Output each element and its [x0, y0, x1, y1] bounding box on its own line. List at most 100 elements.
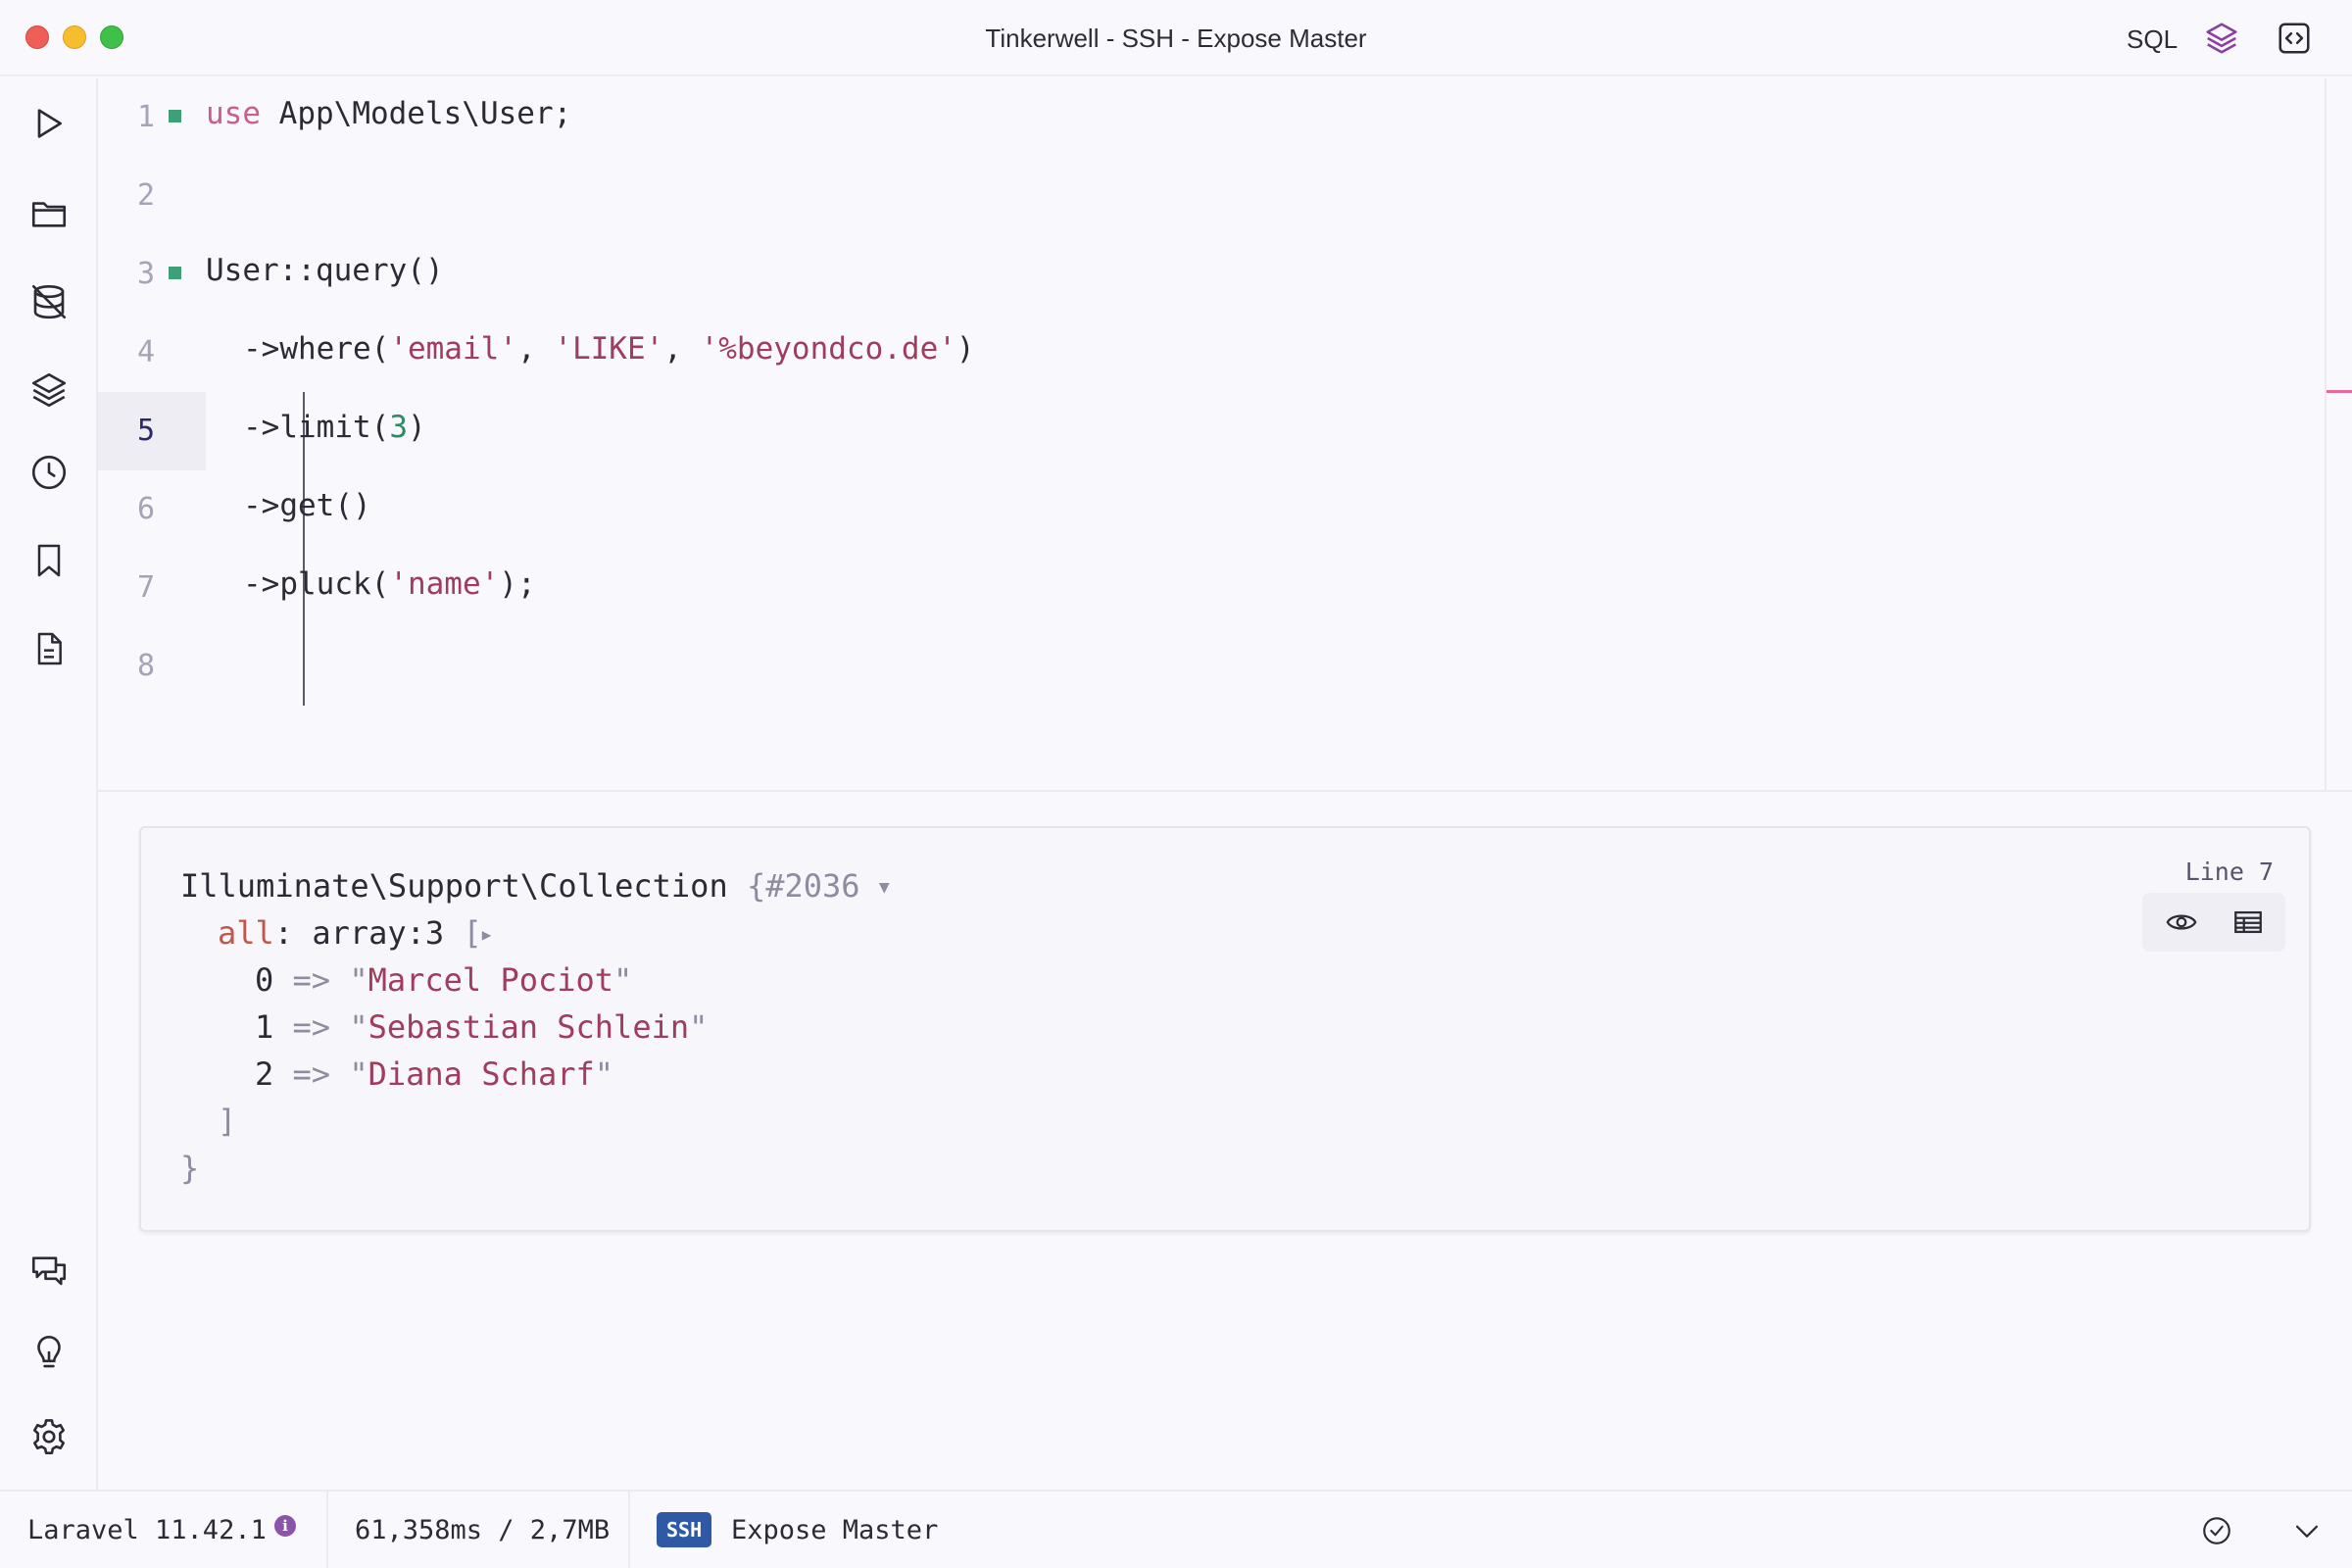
collapse-toggle[interactable]: ▼	[879, 877, 890, 898]
output-array-item: 0 => "Marcel Pociot"	[255, 961, 633, 999]
code-line[interactable]: 6 ->get()	[98, 470, 2325, 549]
status-separator	[326, 1492, 328, 1568]
lightbulb-icon[interactable]	[25, 1329, 73, 1376]
code-line[interactable]: 7 ->pluck('name');	[98, 549, 2325, 627]
array-value: Sebastian Schlein	[368, 1008, 690, 1046]
line-gutter[interactable]: 1	[98, 78, 206, 157]
output-prop-name: all	[218, 914, 274, 952]
code-token: 'LIKE'	[554, 331, 664, 367]
line-number: 3	[136, 257, 155, 291]
expand-toggle[interactable]: ▶	[482, 925, 492, 944]
array-value: Diana Scharf	[368, 1055, 595, 1093]
array-index: 0	[255, 961, 274, 999]
line-gutter[interactable]: 7	[98, 549, 206, 627]
editor-output-divider[interactable]	[98, 790, 2352, 792]
chevron-down-icon[interactable]	[2285, 1509, 2328, 1552]
code-token: )	[407, 410, 426, 445]
line-number: 2	[136, 178, 155, 213]
ssh-badge[interactable]: SSH	[657, 1512, 712, 1547]
output-array-item: 1 => "Sebastian Schlein"	[255, 1008, 709, 1046]
code-token: 'name'	[389, 566, 500, 602]
line-gutter[interactable]: 4	[98, 314, 206, 392]
code-token: '%beyondco.de'	[700, 331, 956, 367]
line-gutter[interactable]: 5	[98, 392, 206, 470]
layers-icon[interactable]	[25, 367, 73, 414]
info-icon[interactable]: i	[274, 1515, 296, 1537]
code-line[interactable]: 1 use App\Models\User;	[98, 78, 2325, 157]
code-brackets-icon[interactable]	[2274, 18, 2315, 59]
code-line[interactable]: 4 ->where('email', 'LIKE', '%beyondco.de'…	[98, 314, 2325, 392]
sidebar	[0, 78, 98, 1490]
clock-icon[interactable]	[25, 449, 73, 496]
code-text: use App\Models\User;	[206, 96, 571, 131]
code-text: ->pluck('name');	[243, 566, 536, 602]
title-bar: Tinkerwell - SSH - Expose Master SQL	[0, 0, 2352, 76]
line-number: 7	[136, 570, 155, 605]
code-token: ,	[663, 331, 701, 367]
code-text: ->get()	[243, 488, 371, 523]
line-gutter[interactable]: 8	[98, 627, 206, 706]
sql-button[interactable]: SQL	[2127, 24, 2178, 55]
array-arrow: =>	[292, 1055, 331, 1093]
table-icon[interactable]	[2229, 903, 2268, 942]
code-token: ,	[516, 331, 555, 367]
code-token: ->limit(	[243, 410, 390, 445]
output-class-line: Illuminate\Support\Collection {#2036 ▼	[180, 867, 890, 905]
output-class-name: Illuminate\Support\Collection	[180, 867, 728, 905]
array-index: 1	[255, 1008, 274, 1046]
folder-icon[interactable]	[25, 190, 73, 237]
line-number: 8	[136, 649, 155, 683]
line-gutter[interactable]: 6	[98, 470, 206, 549]
connection-name[interactable]: Expose Master	[731, 1515, 938, 1545]
code-line[interactable]: 2	[98, 157, 2325, 235]
status-bar: Laravel 11.42.1 i 61,358ms / 2,7MB SSH E…	[0, 1490, 2352, 1568]
code-token: ->pluck(	[243, 566, 390, 602]
line-number: 5	[136, 414, 155, 448]
output-prop-type: array:3	[312, 914, 445, 952]
code-line[interactable]: 3 User::query()	[98, 235, 2325, 314]
output-object-id: #2036	[765, 867, 860, 905]
eye-icon[interactable]	[2162, 903, 2201, 942]
fold-marker[interactable]	[169, 110, 181, 122]
output-bracket-open: [	[463, 914, 482, 952]
code-line[interactable]: 8	[98, 627, 2325, 706]
layers-icon[interactable]	[2201, 18, 2242, 59]
status-separator	[628, 1492, 630, 1568]
code-token: ->where(	[243, 331, 390, 367]
gear-icon[interactable]	[25, 1413, 73, 1460]
framework-version[interactable]: Laravel 11.42.1	[27, 1515, 267, 1545]
code-token: 'email'	[389, 331, 517, 367]
output-prop-line: all: array:3 [▶	[218, 914, 491, 952]
line-number: 6	[136, 492, 155, 526]
database-off-icon[interactable]	[25, 278, 73, 325]
output-panel: Illuminate\Support\Collection {#2036 ▼ a…	[139, 826, 2311, 1232]
output-array-item: 2 => "Diana Scharf"	[255, 1055, 614, 1093]
fold-marker[interactable]	[169, 267, 181, 279]
code-token: )	[956, 331, 975, 367]
play-icon[interactable]	[25, 100, 73, 147]
output-toolbar	[2142, 893, 2285, 952]
chat-bubbles-icon[interactable]	[25, 1247, 73, 1294]
code-token: User::query()	[206, 253, 444, 288]
array-arrow: =>	[292, 961, 331, 999]
array-value: Marcel Pociot	[368, 961, 614, 999]
code-line[interactable]: 5 ->limit(3)	[98, 392, 2325, 470]
output-brace-open: {	[746, 867, 766, 905]
code-token: ->get()	[243, 488, 371, 523]
output-prop-sep: :	[273, 914, 313, 952]
overview-ruler-marker	[2327, 390, 2352, 393]
code-text: ->limit(3)	[243, 410, 426, 445]
code-text: ->where('email', 'LIKE', '%beyondco.de')	[243, 331, 975, 367]
code-token: );	[499, 566, 536, 602]
check-circle-icon[interactable]	[2195, 1509, 2238, 1552]
line-gutter[interactable]: 3	[98, 235, 206, 314]
bookmark-icon[interactable]	[25, 537, 73, 584]
code-editor[interactable]: 1 use App\Models\User;23 User::query() 4 ->w…	[98, 78, 2325, 790]
execution-stats: 61,358ms / 2,7MB	[355, 1515, 611, 1545]
document-icon[interactable]	[25, 625, 73, 672]
overview-ruler[interactable]	[2325, 78, 2327, 790]
code-token: App\Models\User;	[261, 96, 572, 131]
line-gutter[interactable]: 2	[98, 157, 206, 235]
code-token: 3	[389, 410, 408, 445]
line-number: 1	[136, 100, 155, 134]
